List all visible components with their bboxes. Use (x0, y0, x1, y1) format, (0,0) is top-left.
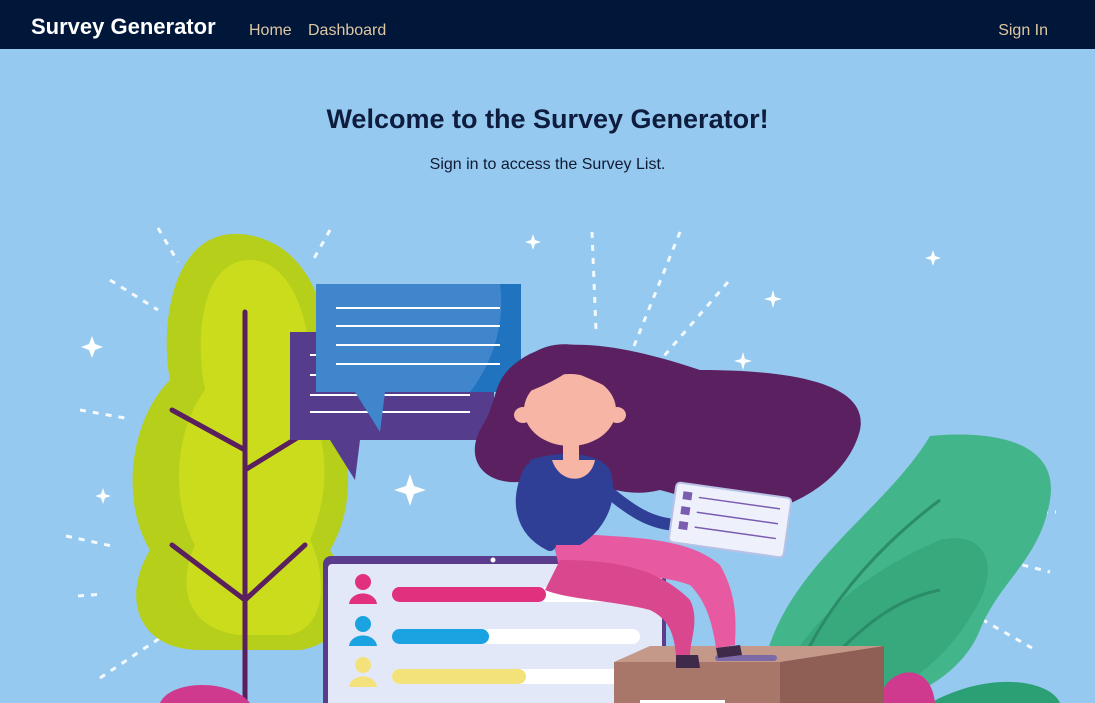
sign-in-link[interactable]: Sign In (998, 18, 1048, 44)
nav-link-home[interactable]: Home (249, 18, 292, 44)
tree-graphic (132, 233, 349, 703)
brand-logo-text[interactable]: Survey Generator (31, 12, 216, 42)
welcome-heading: Welcome to the Survey Generator! (326, 104, 769, 134)
hero-illustration (65, 227, 1060, 703)
box-graphic (614, 646, 884, 703)
top-navbar: Survey Generator Home Dashboard Sign In (0, 0, 1095, 49)
welcome-subtext: Sign in to access the Survey List. (429, 156, 666, 173)
nav-link-dashboard[interactable]: Dashboard (308, 18, 386, 44)
pink-bush-left (160, 684, 250, 703)
